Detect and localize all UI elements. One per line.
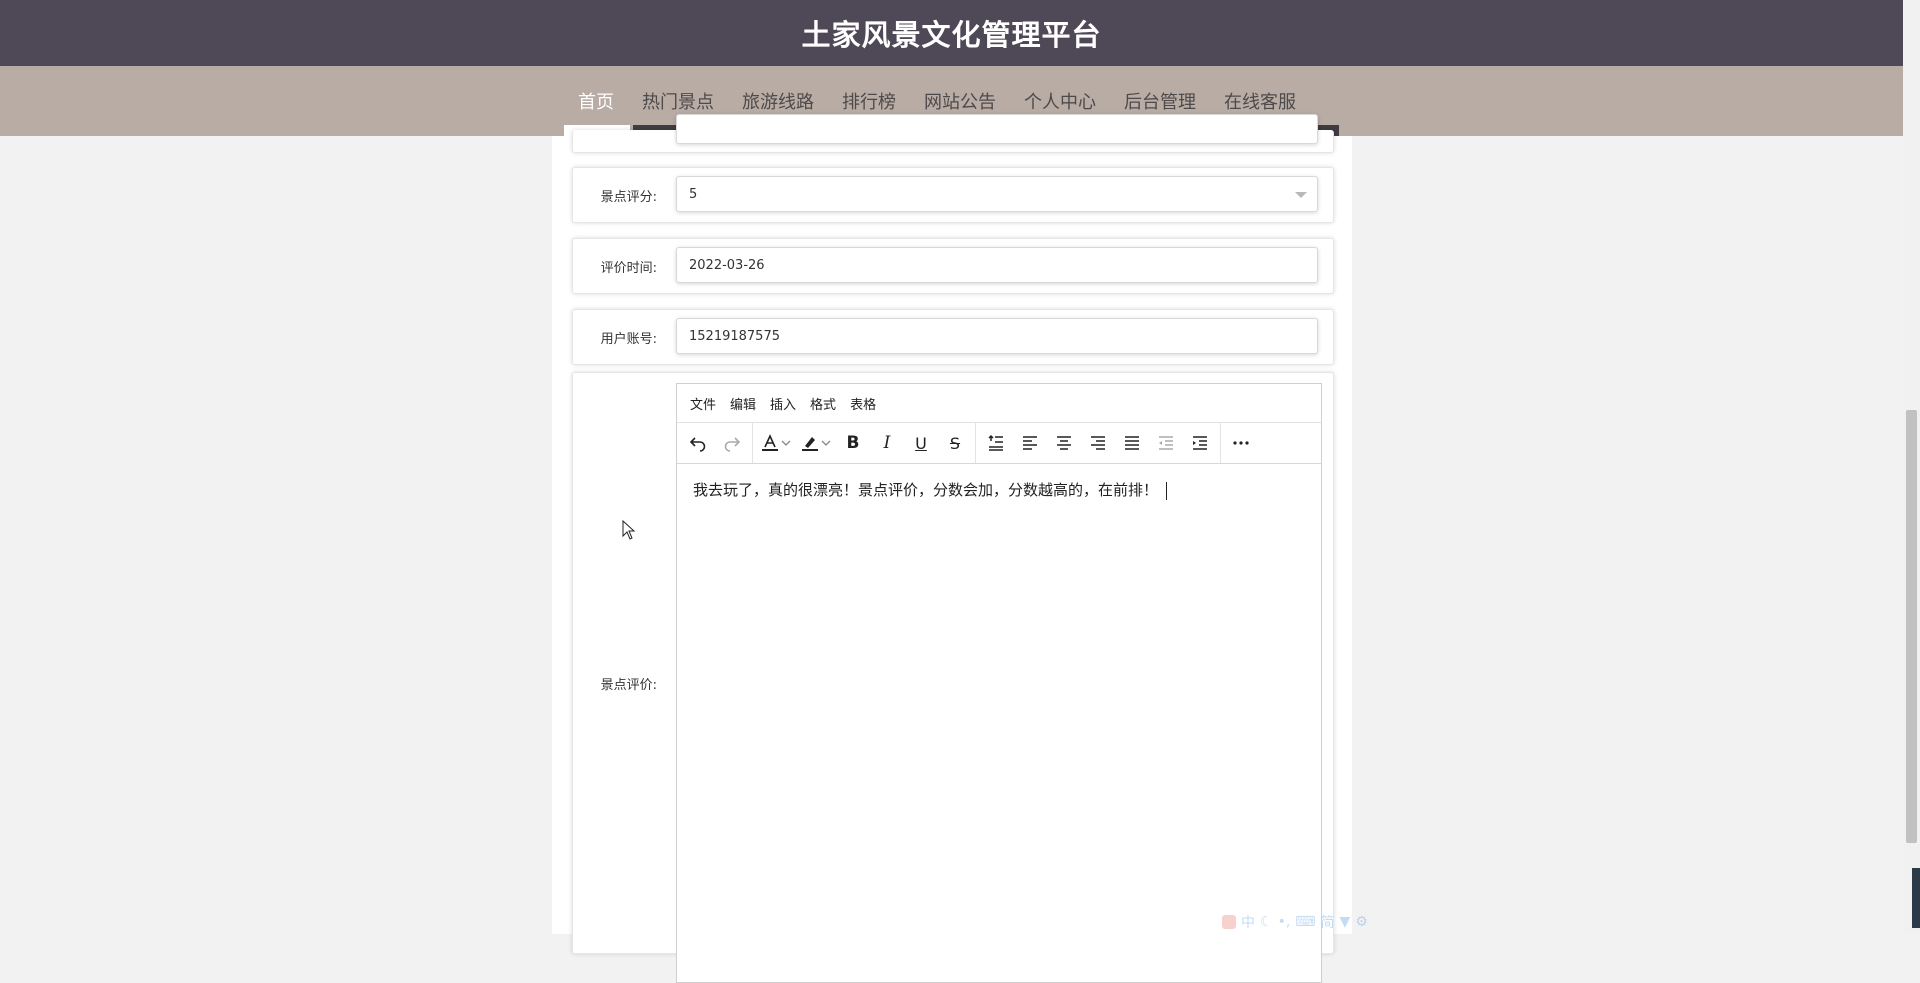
ime-logo-icon [1222, 915, 1236, 929]
ime-chinese-mode: 中 [1241, 915, 1255, 931]
outdent-icon [1159, 436, 1173, 450]
menu-edit[interactable]: 编辑 [723, 394, 763, 413]
more-icon [1233, 441, 1249, 445]
settings-icon: ⚙ [1355, 914, 1368, 930]
italic-icon: I [883, 433, 891, 453]
toolbar-separator [975, 423, 976, 463]
align-center-icon [1057, 436, 1071, 450]
justify-icon [1125, 436, 1139, 450]
indent-button[interactable] [1183, 426, 1217, 460]
taskbar-edge [1912, 868, 1920, 928]
user-account-input[interactable]: 15219187575 [676, 318, 1318, 354]
toolbar-separator [1220, 423, 1221, 463]
line-height-icon [988, 434, 1003, 451]
rating-label: 景点评分: [600, 190, 657, 205]
align-left-icon [1023, 436, 1037, 450]
rich-text-editor: 文件 编辑 插入 格式 表格 B I U S 我去玩了，真的很漂亮！景点评价，分… [676, 383, 1322, 983]
menu-table[interactable]: 表格 [843, 394, 883, 413]
time-label: 评价时间: [600, 261, 657, 276]
scrollbar-thumb[interactable] [1906, 410, 1917, 843]
ime-simplified-mode: 简 [1320, 915, 1335, 931]
strikethrough-icon: S [949, 433, 961, 453]
more-button[interactable] [1224, 426, 1258, 460]
text-cursor [1166, 481, 1168, 500]
toolbar-separator [752, 423, 753, 463]
review-label: 景点评价: [600, 678, 657, 693]
mouse-pointer-icon [622, 519, 636, 544]
text-color-button[interactable] [756, 433, 796, 453]
strikethrough-button[interactable]: S [938, 426, 972, 460]
site-header: 土家风景文化管理平台 [0, 0, 1903, 66]
menu-file[interactable]: 文件 [683, 394, 723, 413]
bold-button[interactable]: B [836, 426, 870, 460]
highlight-color-button[interactable] [796, 433, 836, 453]
underline-button[interactable]: U [904, 426, 938, 460]
rating-select[interactable]: 5 [676, 176, 1318, 212]
account-row: 用户账号: 15219187575 [572, 309, 1334, 365]
align-center-button[interactable] [1047, 426, 1081, 460]
ime-toolbar[interactable]: 中 ☾ •, ⌨ 简 ▼ ⚙ [1222, 912, 1368, 932]
highlighter-icon [802, 437, 818, 451]
align-right-button[interactable] [1081, 426, 1115, 460]
indent-icon [1193, 436, 1207, 450]
align-right-icon [1091, 436, 1105, 450]
editor-toolbar: B I U S [677, 422, 1321, 464]
chevron-down-icon [1295, 192, 1307, 198]
redo-button[interactable] [715, 426, 749, 460]
redo-icon [724, 437, 741, 452]
moon-icon: ☾ [1260, 914, 1273, 930]
menu-format[interactable]: 格式 [803, 394, 843, 413]
undo-icon [689, 437, 706, 452]
undo-button[interactable] [681, 426, 715, 460]
chevron-down-icon [821, 440, 831, 446]
review-time-value: 2022-03-26 [689, 257, 765, 273]
page-scrollbar[interactable] [1903, 0, 1920, 934]
user-account-value: 15219187575 [689, 328, 780, 344]
align-left-button[interactable] [1013, 426, 1047, 460]
line-height-button[interactable] [979, 426, 1013, 460]
italic-button[interactable]: I [870, 426, 904, 460]
rating-row: 景点评分: 5 [572, 167, 1334, 223]
text-color-icon [762, 434, 778, 451]
punctuation-icon: •, [1277, 914, 1291, 930]
underline-icon: U [915, 433, 927, 453]
site-title: 土家风景文化管理平台 [801, 18, 1102, 52]
rating-value: 5 [689, 186, 698, 202]
review-text: 我去玩了，真的很漂亮！景点评价，分数会加，分数越高的，在前排！ [693, 481, 1159, 499]
menu-insert[interactable]: 插入 [763, 394, 803, 413]
partial-field[interactable] [676, 114, 1318, 144]
skin-icon: ▼ [1339, 914, 1351, 930]
justify-button[interactable] [1115, 426, 1149, 460]
chevron-down-icon [781, 440, 791, 446]
editor-content[interactable]: 我去玩了，真的很漂亮！景点评价，分数会加，分数越高的，在前排！ [677, 464, 1321, 516]
review-time-input[interactable]: 2022-03-26 [676, 247, 1318, 283]
form-card-partial [572, 114, 1334, 153]
review-row: 景点评价: 文件 编辑 插入 格式 表格 B I U S 我去玩了，真的很漂亮！… [572, 372, 1334, 983]
bold-icon: B [846, 433, 860, 453]
keyboard-icon: ⌨ [1295, 914, 1316, 930]
outdent-button[interactable] [1149, 426, 1183, 460]
editor-menubar: 文件 编辑 插入 格式 表格 [677, 384, 1321, 422]
time-row: 评价时间: 2022-03-26 [572, 238, 1334, 294]
account-label: 用户账号: [600, 332, 657, 347]
